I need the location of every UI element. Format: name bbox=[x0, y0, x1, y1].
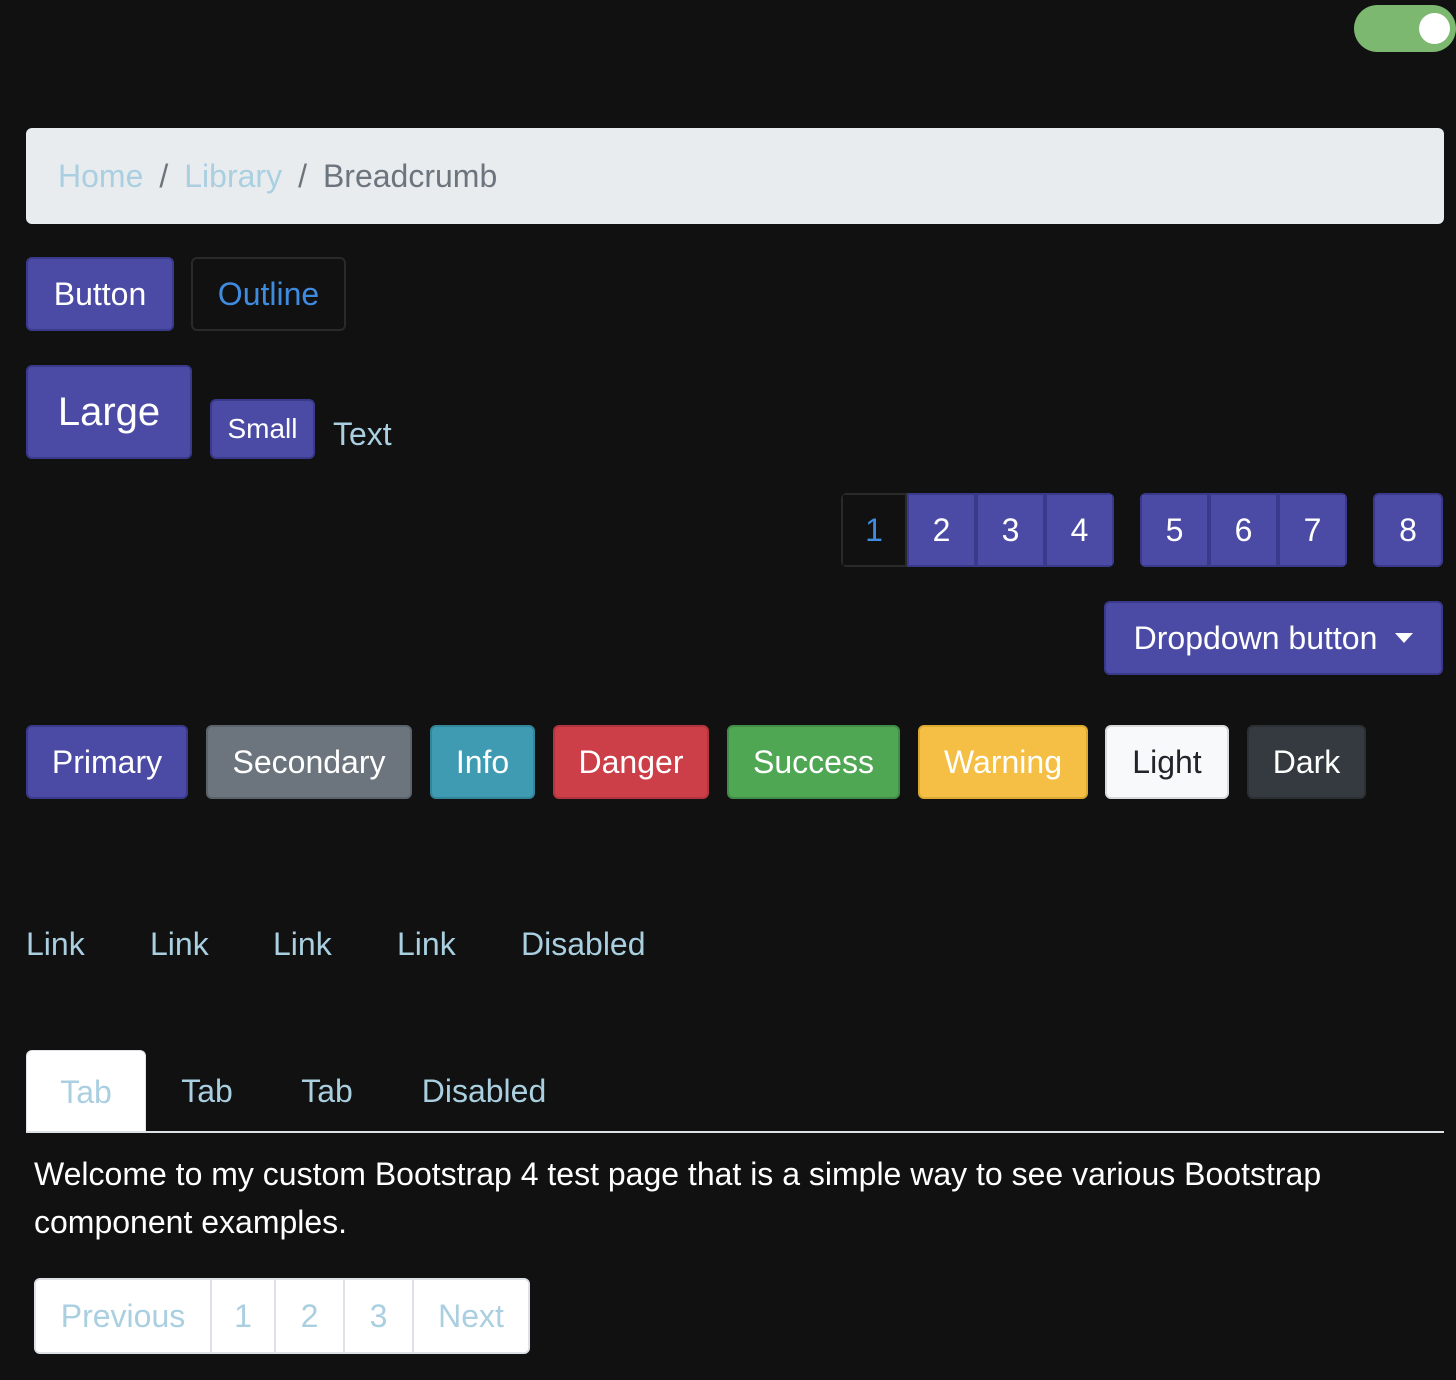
light-button[interactable]: Light bbox=[1105, 725, 1229, 799]
breadcrumb-current: Breadcrumb bbox=[322, 157, 498, 194]
danger-button[interactable]: Danger bbox=[553, 725, 709, 799]
caret-down-icon bbox=[1395, 633, 1414, 643]
breadcrumb-home-link[interactable]: Home bbox=[58, 158, 143, 195]
large-button[interactable]: Large bbox=[26, 365, 192, 459]
page-button-1[interactable]: 1 bbox=[841, 493, 907, 567]
small-button[interactable]: Small bbox=[210, 399, 315, 459]
secondary-button[interactable]: Secondary bbox=[206, 725, 412, 799]
primary-color-button[interactable]: Primary bbox=[26, 725, 188, 799]
breadcrumb: Home / Library / Breadcrumb bbox=[26, 128, 1444, 224]
warning-button[interactable]: Warning bbox=[918, 725, 1088, 799]
tab-disabled: Disabled bbox=[421, 1073, 547, 1109]
nav-link-3[interactable]: Link bbox=[273, 926, 332, 963]
page-button-3[interactable]: 3 bbox=[976, 493, 1045, 567]
tab-1-active[interactable]: Tab bbox=[26, 1050, 146, 1133]
page-button-8[interactable]: 8 bbox=[1373, 493, 1443, 567]
page-button-6[interactable]: 6 bbox=[1209, 493, 1278, 567]
breadcrumb-separator: / bbox=[159, 157, 169, 194]
pagination: Previous 1 2 3 Next bbox=[34, 1278, 530, 1354]
toggle-knob bbox=[1419, 13, 1450, 44]
pagination-previous[interactable]: Previous bbox=[36, 1280, 212, 1352]
text-button[interactable]: Text bbox=[333, 416, 392, 453]
primary-button[interactable]: Button bbox=[26, 257, 174, 331]
dark-button[interactable]: Dark bbox=[1247, 725, 1366, 799]
nav-link-4[interactable]: Link bbox=[397, 926, 456, 963]
tab-3[interactable]: Tab bbox=[270, 1050, 384, 1133]
page-button-2[interactable]: 2 bbox=[907, 493, 976, 567]
pagination-next[interactable]: Next bbox=[414, 1280, 528, 1352]
breadcrumb-separator: / bbox=[298, 157, 307, 194]
pagination-page-2[interactable]: 2 bbox=[276, 1280, 345, 1352]
breadcrumb-library-link[interactable]: Library bbox=[184, 158, 282, 195]
outline-button[interactable]: Outline bbox=[191, 257, 346, 331]
button-group-1-4: 1 2 3 4 bbox=[841, 493, 1114, 567]
pagination-page-1[interactable]: 1 bbox=[212, 1280, 276, 1352]
nav-link-disabled: Disabled bbox=[521, 926, 646, 962]
dropdown-button[interactable]: Dropdown button bbox=[1104, 601, 1443, 675]
pagination-page-3[interactable]: 3 bbox=[345, 1280, 414, 1352]
button-group-5-7: 5 6 7 bbox=[1140, 493, 1347, 567]
dropdown-label: Dropdown button bbox=[1133, 619, 1378, 656]
page-button-7[interactable]: 7 bbox=[1278, 493, 1347, 567]
info-button[interactable]: Info bbox=[430, 725, 535, 799]
theme-toggle-switch[interactable] bbox=[1354, 5, 1456, 52]
page-button-5[interactable]: 5 bbox=[1140, 493, 1209, 567]
nav-link-1[interactable]: Link bbox=[26, 926, 85, 963]
nav-link-2[interactable]: Link bbox=[150, 926, 209, 963]
tabs-divider bbox=[26, 1131, 1444, 1133]
tab-2[interactable]: Tab bbox=[150, 1050, 264, 1133]
page-button-4[interactable]: 4 bbox=[1045, 493, 1114, 567]
tab-content-text: Welcome to my custom Bootstrap 4 test pa… bbox=[34, 1156, 1322, 1240]
success-button[interactable]: Success bbox=[727, 725, 900, 799]
